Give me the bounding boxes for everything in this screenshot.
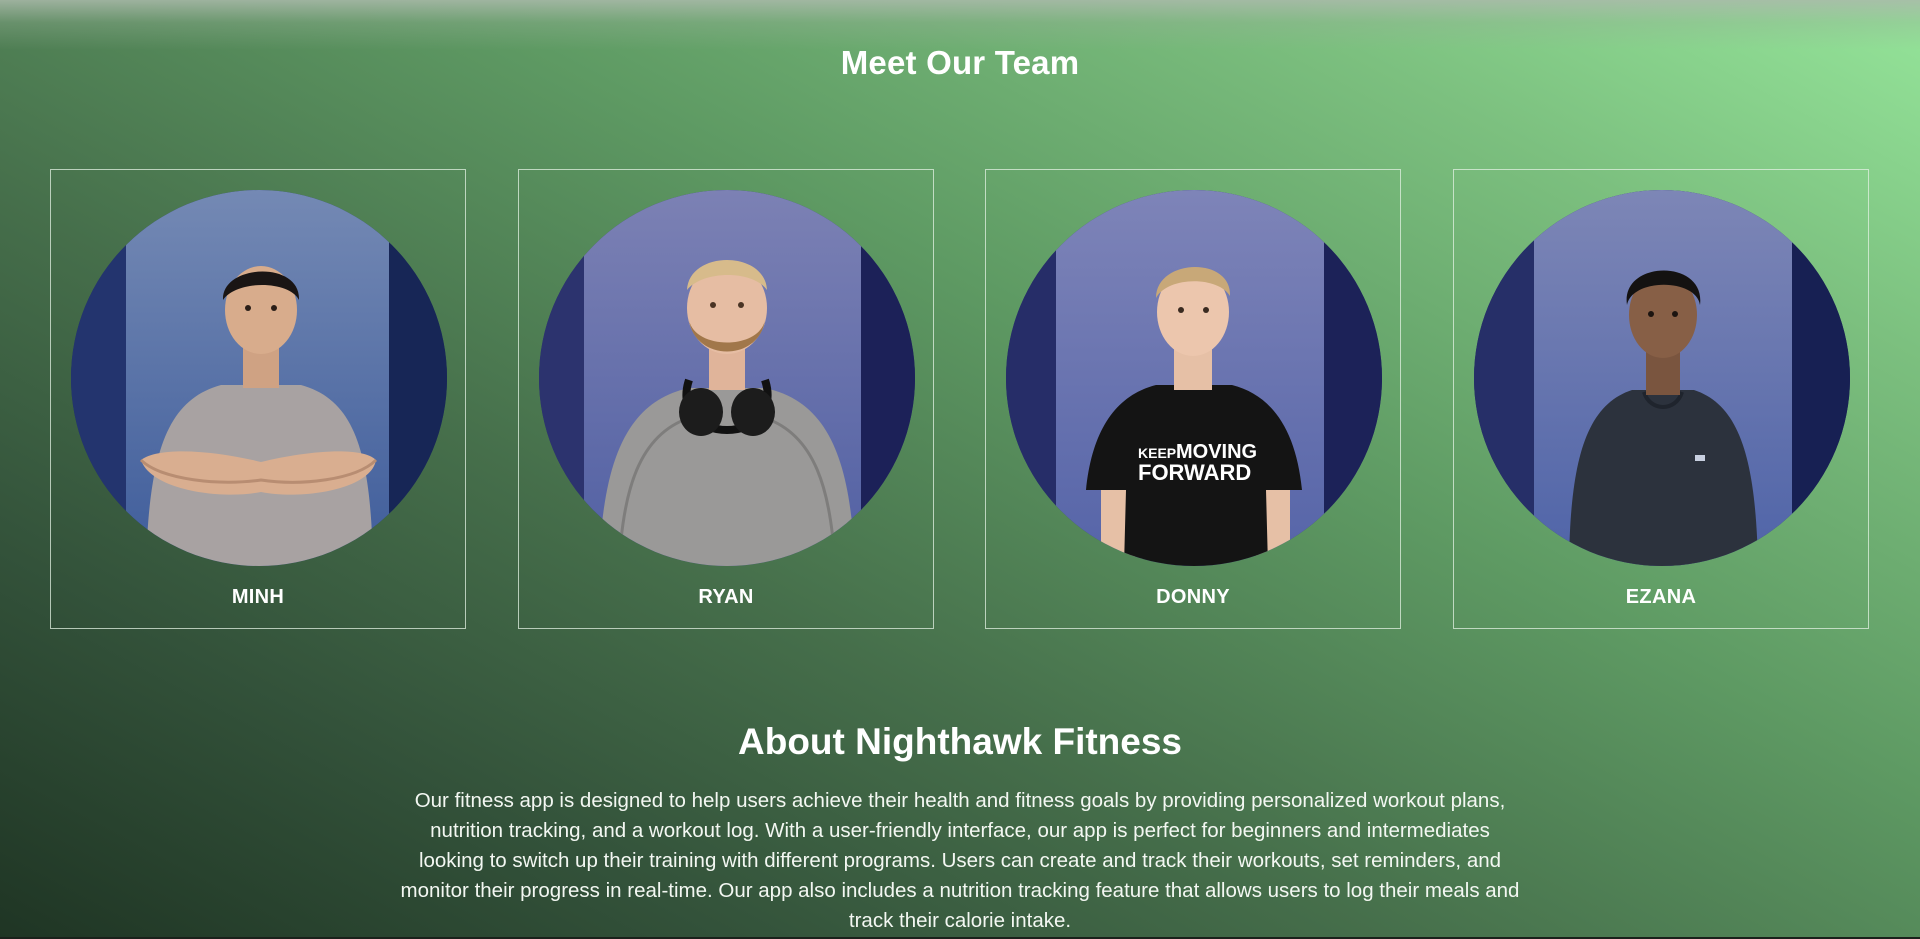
team-member-card-ezana: EZANA — [1453, 169, 1869, 629]
team-member-name: DONNY — [1156, 586, 1230, 608]
team-member-card-minh: MINH — [50, 169, 466, 629]
team-member-photo-ezana — [1474, 190, 1850, 566]
about-section-title: About Nighthawk Fitness — [738, 721, 1182, 762]
team-member-photo-minh — [71, 190, 447, 566]
team-member-name: RYAN — [698, 586, 754, 608]
team-member-card-donny: KEEP MOVING FORWARD DONNY — [985, 169, 1401, 629]
team-member-card-ryan: RYAN — [518, 169, 934, 629]
team-member-photo-donny: KEEP MOVING FORWARD — [1006, 190, 1382, 566]
shirt-print-text: FORWARD — [1138, 460, 1251, 485]
team-member-name: EZANA — [1625, 586, 1697, 608]
team-section-title: Meet Our Team — [840, 44, 1080, 81]
team-member-photo-ryan — [539, 190, 915, 566]
top-haze — [0, 0, 1920, 50]
shirt-print-text: KEEP — [1138, 445, 1176, 461]
about-description: Our fitness app is designed to help user… — [400, 789, 1520, 932]
team-member-name: MINH — [231, 586, 285, 608]
